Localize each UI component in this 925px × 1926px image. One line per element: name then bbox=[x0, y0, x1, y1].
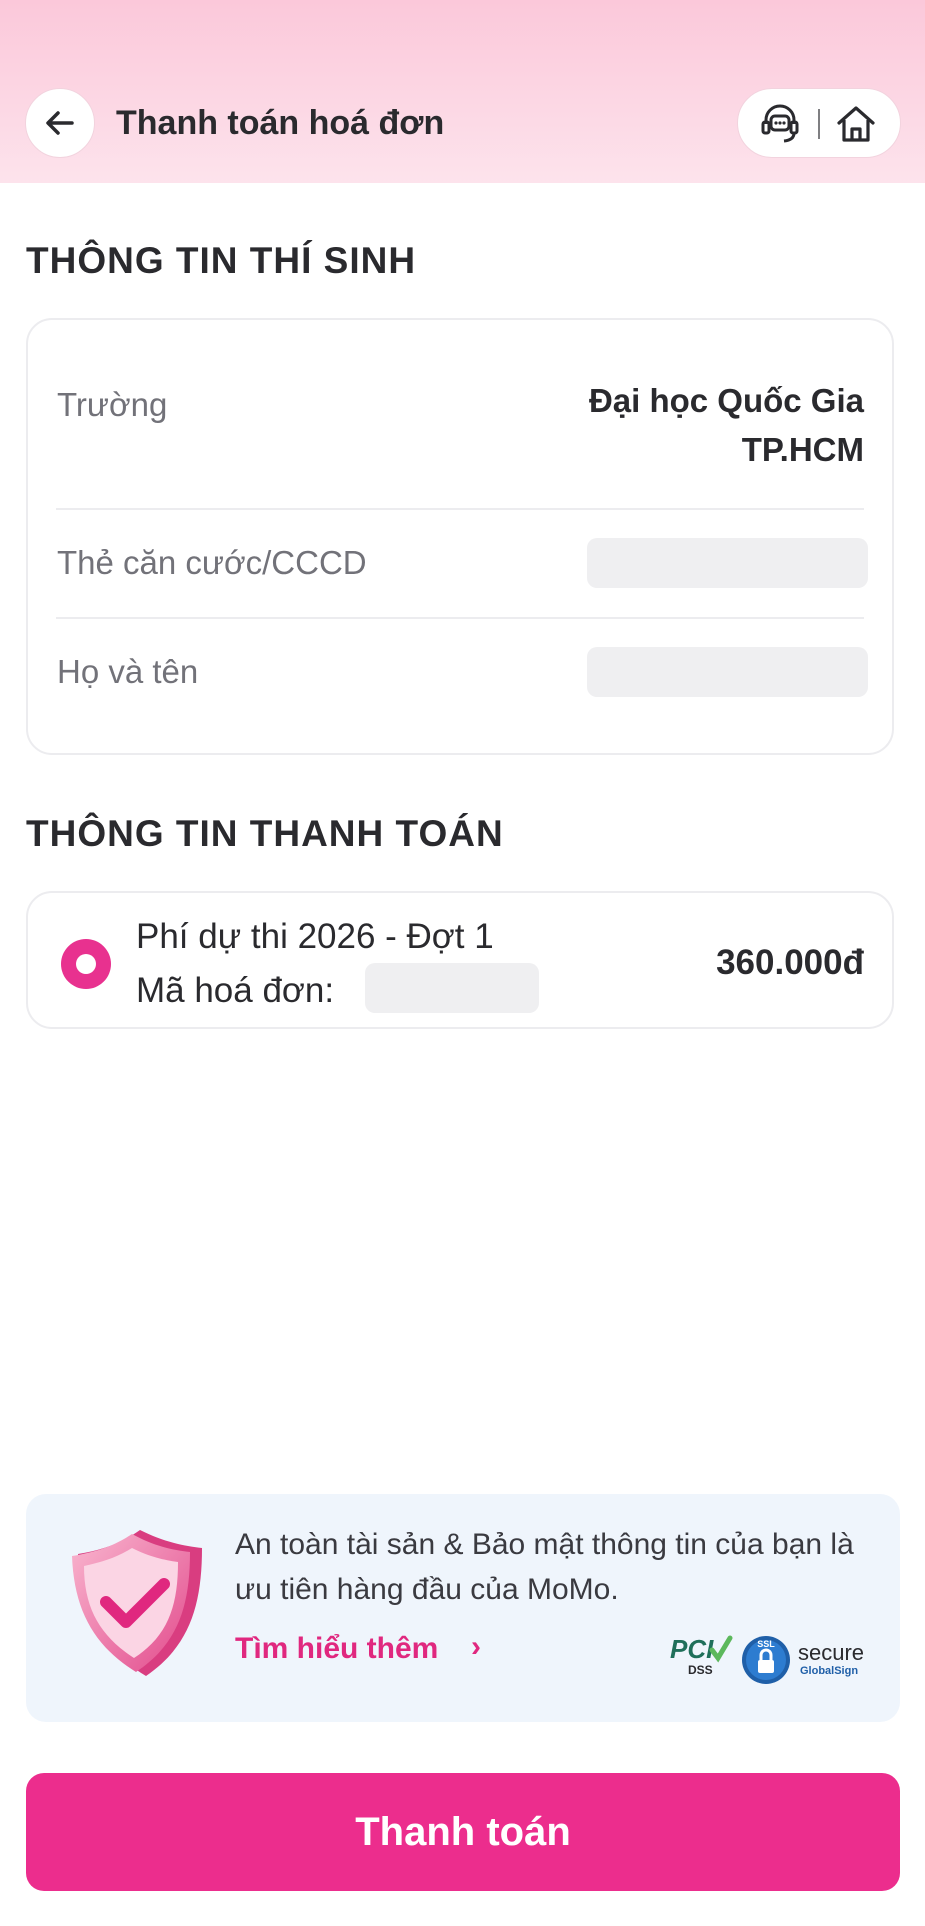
payment-section-title: THÔNG TIN THANH TOÁN bbox=[26, 813, 504, 854]
pci-ssl-badges-icon: PCI DSS SSL secure GlobalSign bbox=[670, 1634, 864, 1684]
invoice-label: Mã hoá đơn: bbox=[136, 971, 335, 1010]
ssl-badge-label: SSL bbox=[757, 1639, 775, 1649]
arrow-left-icon bbox=[46, 111, 74, 135]
fee-name: Phí dự thi 2026 - Đợt 1 bbox=[136, 917, 494, 956]
support-chat-icon bbox=[761, 104, 799, 143]
home-icon bbox=[837, 106, 875, 142]
row-divider bbox=[56, 508, 864, 510]
fee-amount: 360.000đ bbox=[716, 943, 864, 982]
school-value: Đại học Quốc Gia TP.HCM bbox=[589, 376, 864, 474]
top-app-bar: Thanh toán hoá đơn bbox=[0, 0, 925, 183]
full-name-value-redacted bbox=[587, 647, 868, 697]
school-label: Trường bbox=[57, 386, 168, 423]
candidate-section-title: THÔNG TIN THÍ SINH bbox=[26, 240, 417, 281]
fee-item-card[interactable]: Phí dự thi 2026 - Đợt 1 Mã hoá đơn: 360.… bbox=[26, 891, 894, 1029]
school-value-line2: TP.HCM bbox=[741, 431, 864, 468]
candidate-info-card: Trường Đại học Quốc Gia TP.HCM Thẻ căn c… bbox=[26, 318, 894, 755]
school-value-line1: Đại học Quốc Gia bbox=[588, 382, 864, 419]
back-button[interactable] bbox=[25, 88, 95, 158]
learn-more-link[interactable]: Tìm hiểu thêm bbox=[235, 1632, 438, 1666]
row-divider bbox=[56, 617, 864, 619]
pci-badge-sub: DSS bbox=[688, 1663, 713, 1677]
id-card-value-redacted bbox=[587, 538, 868, 588]
secure-badge-label: secure bbox=[798, 1640, 864, 1665]
pay-button[interactable]: Thanh toán bbox=[26, 1773, 900, 1891]
support-button[interactable] bbox=[758, 102, 802, 146]
home-button[interactable] bbox=[834, 102, 878, 146]
security-badges: PCI DSS SSL secure GlobalSign bbox=[670, 1630, 888, 1690]
shield-check-icon bbox=[72, 1530, 202, 1676]
page-title: Thanh toán hoá đơn bbox=[116, 104, 445, 142]
globalsign-badge-label: GlobalSign bbox=[800, 1665, 858, 1677]
invoice-value-redacted bbox=[365, 963, 539, 1013]
security-message: An toàn tài sản & Bảo mật thông tin của … bbox=[235, 1528, 854, 1606]
pci-badge-title: PCI bbox=[670, 1634, 714, 1664]
security-banner: An toàn tài sản & Bảo mật thông tin của … bbox=[26, 1494, 900, 1722]
fee-radio-selected[interactable] bbox=[61, 939, 111, 989]
full-name-label: Họ và tên bbox=[57, 653, 199, 690]
chevron-right-icon[interactable]: › bbox=[471, 1630, 481, 1664]
actions-divider bbox=[818, 109, 820, 139]
header-actions bbox=[737, 88, 901, 158]
id-card-label: Thẻ căn cước/CCCD bbox=[57, 544, 367, 581]
